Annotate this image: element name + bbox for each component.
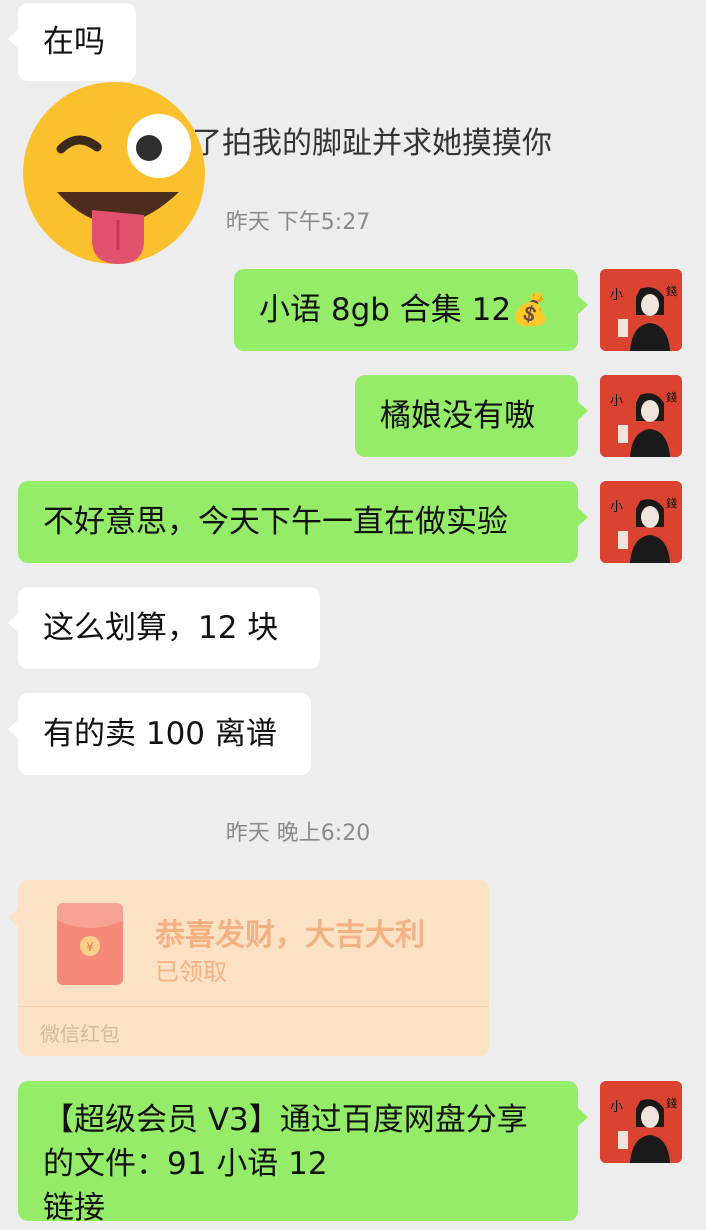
user-avatar[interactable]: 小 錢: [600, 269, 682, 351]
yuan-symbol: ¥: [86, 940, 94, 954]
user-avatar[interactable]: 小 錢: [600, 481, 682, 563]
avatar-illustration: 小 錢: [600, 375, 682, 457]
message-bubble-incoming[interactable]: 有的卖 100 离谱: [8, 693, 311, 775]
message-text-line: 的文件：91 小语 12: [43, 1146, 328, 1182]
message-bubble-outgoing[interactable]: 【超级会员 V3】通过百度网盘分享 的文件：91 小语 12 链接: [18, 1081, 588, 1226]
avatar-char: 錢: [666, 1096, 677, 1110]
message-bubble-outgoing[interactable]: 小语 8gb 合集 12💰: [234, 269, 588, 351]
avatar-char: 小: [610, 394, 623, 409]
red-envelope-icon: ¥: [57, 903, 123, 985]
avatar-illustration: 小 錢: [600, 1081, 682, 1163]
avatar-illustration: 小 錢: [600, 269, 682, 351]
avatar-char: 小: [610, 288, 623, 303]
avatar-illustration: 小 錢: [600, 481, 682, 563]
message-text: 橘娘没有嗷: [380, 398, 535, 434]
red-packet-footer: 微信红包: [40, 1022, 120, 1046]
user-avatar[interactable]: 小 錢: [600, 1081, 682, 1163]
message-text-line: 链接: [43, 1190, 105, 1226]
avatar-char: 錢: [666, 284, 677, 298]
message-bubble-incoming[interactable]: 在吗: [8, 3, 136, 81]
message-bubble-incoming[interactable]: 这么划算，12 块: [8, 587, 320, 669]
avatar-char: 錢: [666, 390, 677, 404]
message-bubble-outgoing[interactable]: 不好意思，今天下午一直在做实验: [18, 481, 588, 563]
message-text: 在吗: [43, 24, 105, 60]
red-packet-status: 已领取: [155, 958, 227, 986]
avatar-char: 小: [610, 1100, 623, 1115]
avatar-char: 錢: [666, 496, 677, 510]
wink-tongue-emoji-icon: [23, 82, 205, 264]
message-text: 有的卖 100 离谱: [43, 716, 277, 752]
timestamp: 昨天 晚上6:20: [225, 821, 371, 846]
message-text: 这么划算，12 块: [43, 610, 279, 646]
message-text-line: 【超级会员 V3】通过百度网盘分享: [43, 1102, 528, 1138]
avatar-char: 小: [610, 500, 623, 515]
red-packet-title: 恭喜发财，大吉大利: [155, 918, 425, 953]
red-packet-card[interactable]: ¥ 恭喜发财，大吉大利 已领取 微信红包: [8, 880, 489, 1056]
divider: [18, 1006, 489, 1007]
message-text: 不好意思，今天下午一直在做实验: [43, 504, 508, 540]
user-avatar[interactable]: 小 錢: [600, 375, 682, 457]
timestamp: 昨天 下午5:27: [225, 210, 371, 235]
message-text: 小语 8gb 合集 12💰: [259, 292, 550, 328]
message-text-obscured: 了拍我的脚趾并求她摸摸你: [192, 126, 552, 161]
message-bubble-outgoing[interactable]: 橘娘没有嗷: [355, 375, 588, 457]
